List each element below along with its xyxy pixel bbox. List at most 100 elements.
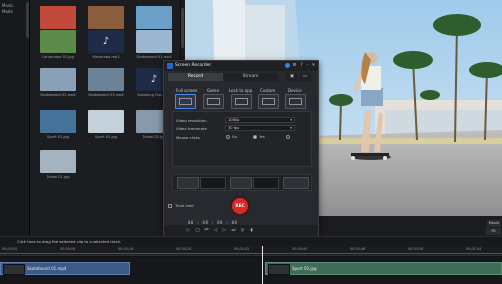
webcam-select[interactable]: [200, 177, 226, 189]
media-library: Premium MediaFood.jpgLandscape 02.jpgLan…: [30, 0, 185, 236]
next-icon[interactable]: ⏭: [231, 228, 236, 233]
ruler-tick-label: 00;00;56: [408, 247, 424, 251]
close-icon[interactable]: ✕: [311, 63, 316, 68]
minimize-icon[interactable]: –: [305, 63, 310, 68]
video-framerate-value: 30 fps: [228, 126, 240, 130]
mode-lock-to-app-button[interactable]: [231, 94, 252, 109]
mouse-clicks-no-radio[interactable]: [226, 135, 230, 139]
mouse-clicks-label: Mouse clicks: [176, 135, 200, 140]
ruler-tick-label: 00;00;08: [60, 247, 76, 251]
tab-record[interactable]: Record: [168, 73, 223, 81]
library-thumbnail[interactable]: [88, 6, 124, 29]
library-item-label: Skateboard 01.mp4: [136, 55, 172, 59]
video-resolution-value: 1080p: [228, 118, 240, 122]
screen-recorder-dialog: Screen Recorder ⚙ ? – ✕ Record Stream ▣ …: [163, 60, 319, 238]
system-audio-button[interactable]: [283, 177, 309, 189]
timeline-ruler[interactable]: 00;00;00 00;00;08 00;00;16 00;00;24 00;00;32…: [0, 246, 502, 256]
time-limit-checkbox[interactable]: [168, 204, 172, 208]
library-thumbnail[interactable]: [88, 68, 124, 91]
library-item-label: Sport 02.jpg: [94, 135, 118, 139]
library-scrollbar-thumb[interactable]: [181, 8, 184, 48]
timeline-hint: Click here to drag the selected clip to …: [17, 239, 122, 244]
stop-icon[interactable]: □: [195, 228, 200, 233]
settings-icon[interactable]: ⚙: [292, 63, 297, 68]
dialog-titlebar[interactable]: Screen Recorder ⚙ ? – ✕: [164, 61, 318, 71]
library-item-label: Sport 01.jpg: [46, 135, 70, 139]
mode-label-full-screen: Full screen: [176, 88, 198, 93]
mode-custom-button[interactable]: [258, 94, 279, 109]
chevron-down-icon: ▾: [290, 118, 292, 122]
library-item-label: Landscape 01.jpg: [42, 55, 74, 59]
library-item-label: Mahoroba.mp3: [92, 55, 120, 59]
library-thumbnail[interactable]: [88, 110, 124, 133]
video-framerate-label: Video framerate: [176, 126, 207, 131]
video-resolution-select[interactable]: 1080p ▾: [225, 117, 295, 123]
video-resolution-label: Video resolution: [176, 118, 207, 123]
play-icon[interactable]: ▷: [186, 228, 191, 233]
library-thumbnail[interactable]: [40, 68, 76, 91]
clip-thumbnail: [3, 264, 25, 275]
mode-game-button[interactable]: [203, 94, 224, 109]
timeline-clip[interactable]: Sport 02.jpg: [265, 262, 502, 275]
library-thumbnail[interactable]: [40, 6, 76, 29]
help-icon[interactable]: ?: [299, 63, 304, 68]
volume-icon[interactable]: ◖: [249, 228, 254, 233]
music-note-icon: ♪: [102, 36, 110, 47]
app-window-icon: [235, 98, 248, 105]
microphone-button[interactable]: [230, 177, 252, 189]
mouse-clicks-yes-radio[interactable]: [253, 135, 257, 139]
ruler-tick-label: 00;00;48: [350, 247, 366, 251]
step-back-icon[interactable]: ◁: [213, 228, 218, 233]
clip-label: Skateboard 01.mp4: [27, 266, 67, 271]
mode-label-device: Device: [288, 88, 302, 93]
zoom-select[interactable]: Fit: [486, 228, 501, 235]
sidebar-item-music[interactable]: Music: [2, 3, 13, 8]
sidebar-item-mode[interactable]: Mode: [2, 9, 13, 14]
webcam-tab-icon[interactable]: ▣: [286, 73, 298, 81]
chevron-down-icon: ▾: [290, 126, 292, 130]
time-limit-label: Time limit: [175, 203, 194, 208]
rec-button[interactable]: REC: [232, 198, 248, 214]
library-thumbnail[interactable]: [136, 30, 172, 53]
preview-mode-toggle[interactable]: Movie: [487, 220, 501, 227]
mode-label-custom: Custom: [260, 88, 276, 93]
video-framerate-select[interactable]: 30 fps ▾: [225, 125, 295, 131]
tab-stream[interactable]: Stream: [223, 73, 278, 81]
ruler-tick-label: 00;00;16: [118, 247, 134, 251]
ruler-tick-label: 00;00;00: [2, 247, 18, 251]
library-thumbnail[interactable]: [40, 150, 76, 173]
info-icon[interactable]: [285, 63, 290, 68]
step-forward-icon[interactable]: ▷: [222, 228, 227, 233]
playhead[interactable]: [262, 246, 263, 284]
previous-icon[interactable]: ⏮: [204, 228, 209, 233]
snapshot-icon[interactable]: ◎: [240, 228, 245, 233]
library-item-label: Skateboard 02.mp4: [40, 93, 76, 97]
clip-label: Sport 02.jpg: [292, 266, 317, 271]
mode-label-lock-to-app: Lock to app: [229, 88, 253, 93]
mode-label-game: Game: [207, 88, 219, 93]
sidebar: Music Mode: [0, 0, 30, 236]
gamepad-icon: [207, 98, 220, 105]
ruler-highlight: [0, 253, 502, 254]
library-thumbnail[interactable]: [40, 30, 76, 53]
gamepad-tab-icon[interactable]: ▭: [299, 73, 311, 81]
mode-device-button[interactable]: [285, 94, 306, 109]
mode-full-screen-button[interactable]: [175, 94, 196, 109]
mouse-clicks-color-radio[interactable]: [286, 135, 290, 139]
sidebar-scrollbar[interactable]: [26, 2, 29, 38]
mouse-clicks-yes-label: Yes: [259, 135, 265, 139]
ruler-tick-label: 00;00;40: [292, 247, 308, 251]
microphone-select[interactable]: [253, 177, 279, 189]
library-thumbnail[interactable]: [40, 110, 76, 133]
ruler-tick-label: 00;01;04: [466, 247, 482, 251]
ruler-tick-label: 00;00;24: [176, 247, 192, 251]
library-thumbnail[interactable]: ♪: [88, 30, 124, 53]
recorder-tabs: Record Stream ▣ ▭: [168, 73, 314, 81]
library-item-label: Skateboard 03.mp4: [88, 93, 124, 97]
mouse-clicks-no-label: No: [232, 135, 237, 139]
webcam-button[interactable]: [177, 177, 199, 189]
custom-area-icon: [262, 98, 275, 105]
library-thumbnail[interactable]: [136, 6, 172, 29]
timeline-clip[interactable]: Skateboard 01.mp4: [0, 262, 130, 275]
library-item-label: Travel 01.jpg: [46, 175, 70, 179]
